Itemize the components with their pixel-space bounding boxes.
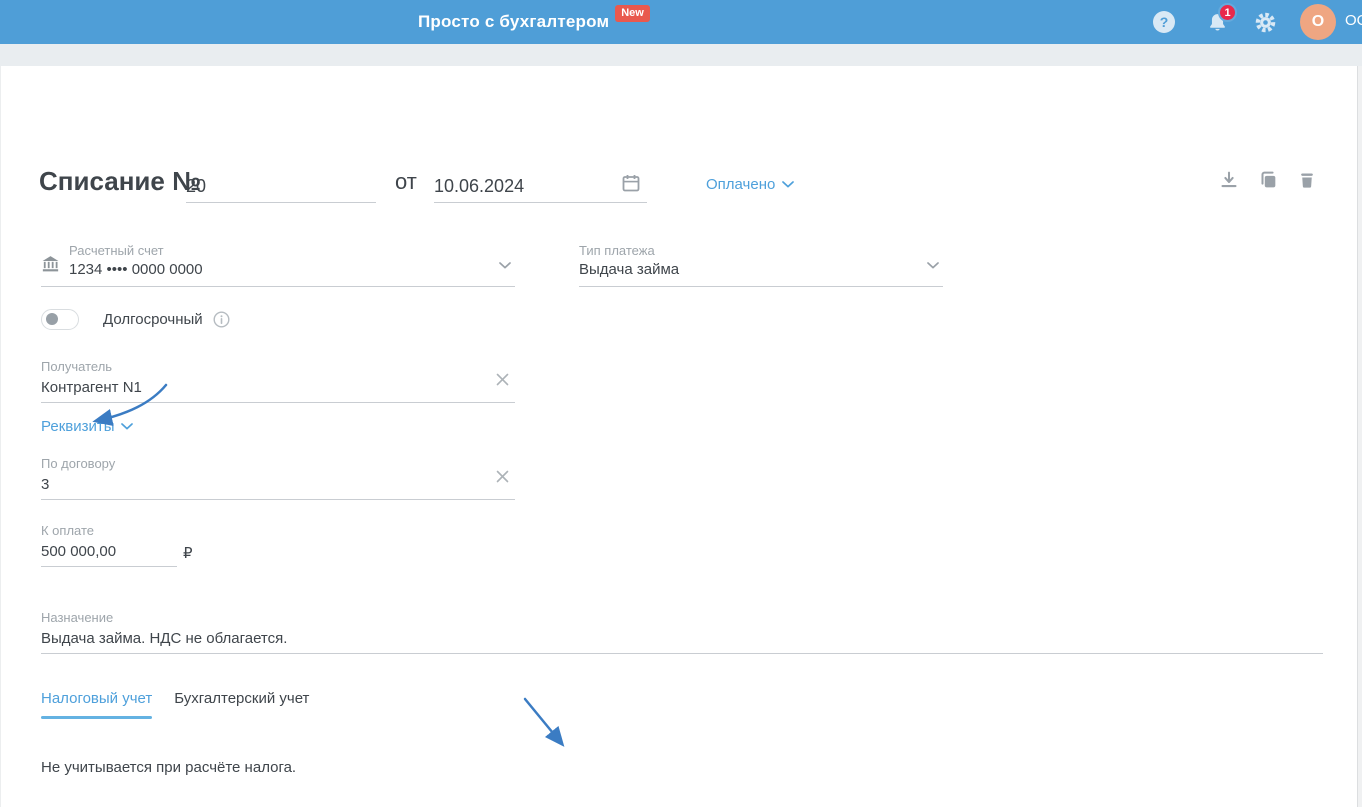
purpose-field: Назначение — [41, 610, 1323, 654]
payment-type-value: Выдача займа — [579, 261, 680, 278]
app-title-wrap: Просто с бухгалтером New — [418, 0, 650, 44]
chevron-down-icon — [499, 256, 511, 274]
new-badge: New — [615, 4, 650, 22]
details-link[interactable]: Реквизиты — [41, 418, 133, 435]
calendar-icon[interactable] — [621, 173, 641, 193]
toggle-knob — [46, 313, 58, 325]
account-label: Расчетный счет — [69, 243, 164, 258]
account-name[interactable]: ОО — [1345, 12, 1362, 29]
chevron-down-icon — [927, 256, 939, 274]
app-title: Просто с бухгалтером — [418, 12, 610, 31]
recipient-input[interactable] — [41, 372, 515, 402]
contract-field: По договору — [41, 456, 515, 500]
details-link-label: Реквизиты — [41, 418, 115, 435]
chevron-down-icon — [120, 423, 133, 430]
clear-icon[interactable] — [496, 373, 509, 391]
tax-note: Не учитывается при расчёте налога. — [41, 759, 297, 776]
document-actions — [1217, 167, 1319, 193]
document-number-input[interactable] — [186, 170, 376, 203]
copy-button[interactable] — [1256, 167, 1280, 193]
purpose-input[interactable] — [41, 623, 1323, 653]
download-icon — [1221, 171, 1237, 188]
date-input[interactable] — [434, 170, 647, 203]
trash-icon — [1301, 173, 1313, 188]
status-label: Оплачено — [706, 176, 776, 193]
notifications-button[interactable]: 1 — [1204, 0, 1237, 44]
payment-type-label: Тип платежа — [579, 243, 655, 258]
account-value: 1234 •••• 0000 0000 — [69, 261, 203, 278]
contract-input[interactable] — [41, 469, 515, 499]
delete-button[interactable] — [1295, 167, 1319, 193]
bank-icon — [41, 255, 60, 278]
tab-bookkeeping[interactable]: Бухгалтерский учет — [174, 690, 309, 719]
info-icon[interactable] — [213, 311, 230, 328]
long-term-toggle[interactable] — [41, 309, 79, 330]
chevron-down-icon — [782, 181, 795, 188]
payment-type-select[interactable]: Тип платежа Выдача займа — [579, 243, 943, 287]
app-header: Просто с бухгалтером New ? 1 О ОО — [0, 0, 1362, 44]
copy-icon — [1261, 171, 1276, 188]
clear-icon[interactable] — [496, 470, 509, 488]
amount-field: К оплате — [41, 523, 177, 567]
help-icon: ? — [1153, 11, 1175, 33]
status-dropdown[interactable]: Оплачено — [706, 176, 795, 193]
gear-icon — [1255, 12, 1275, 32]
sub-header-band — [0, 44, 1362, 66]
recipient-field: Получатель — [41, 359, 515, 403]
long-term-label: Долгосрочный — [103, 311, 203, 328]
currency-symbol: ₽ — [183, 544, 193, 562]
date-prefix: от — [395, 169, 417, 194]
long-term-row: Долгосрочный — [41, 309, 230, 330]
document-form: Списание № от Оплачено — [0, 66, 1356, 807]
amount-input[interactable] — [41, 536, 177, 566]
scrollbar[interactable] — [1357, 66, 1362, 807]
notification-badge: 1 — [1218, 3, 1237, 22]
tab-bar: Налоговый учет Бухгалтерский учет — [41, 690, 309, 719]
tab-tax-accounting[interactable]: Налоговый учет — [41, 690, 153, 719]
document-title: Списание № — [39, 166, 202, 196]
settings-button[interactable] — [1253, 0, 1277, 44]
download-button[interactable] — [1217, 167, 1241, 193]
help-button[interactable]: ? — [1153, 0, 1175, 44]
account-select[interactable]: Расчетный счет 1234 •••• 0000 0000 — [41, 243, 515, 287]
avatar[interactable]: О — [1300, 4, 1336, 40]
